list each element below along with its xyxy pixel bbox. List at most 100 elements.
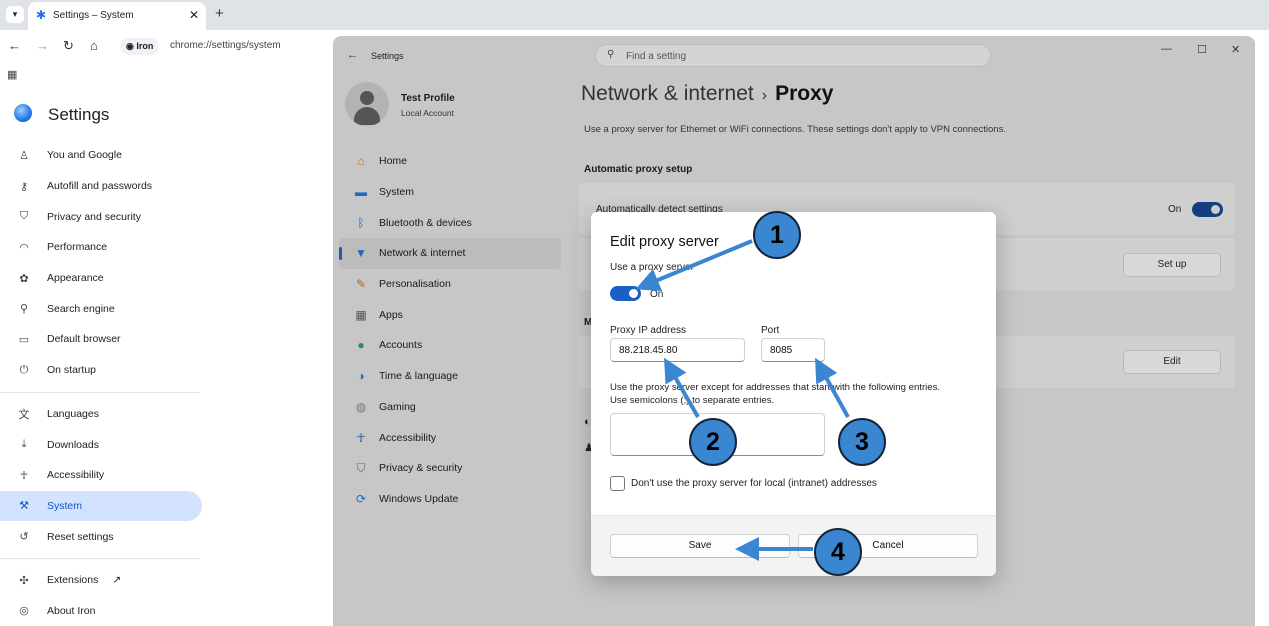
step-badge-3: 3 [838,418,886,466]
use-proxy-toggle[interactable] [610,286,641,301]
sidebar-item-default-browser[interactable]: ▭ Default browser [0,324,202,355]
nav-item-windows-update[interactable]: ⟳ Windows Update [333,484,561,515]
nav-item-accounts[interactable]: ● Accounts [333,330,561,361]
close-icon[interactable]: ✕ [189,8,199,22]
nav-item-bluetooth-devices[interactable]: ᛒ Bluetooth & devices [333,207,561,238]
nav-item-time-language[interactable]: ◑ Time & language [333,361,561,392]
settings-title: Settings [48,105,110,124]
edit-button[interactable]: Edit [1123,350,1221,374]
avatar[interactable] [345,82,389,126]
sidebar-item-search-engine[interactable]: ⚲ Search engine [0,293,202,324]
monitor-icon: ▬ [355,185,367,200]
sidebar-item-about-iron[interactable]: ◎ About Iron [0,596,202,626]
maximize-icon[interactable]: ☐ [1197,43,1207,56]
sidebar-item-reset-settings[interactable]: ↺ Reset settings [0,521,202,552]
sidebar-item-label: You and Google [47,149,122,162]
sidebar-item-appearance[interactable]: ✿ Appearance [0,263,202,294]
local-bypass-checkbox[interactable] [610,476,625,491]
sidebar-item-you-and-google[interactable]: ♙ You and Google [0,140,202,171]
nav-item-label: Apps [379,308,403,321]
window-title: Settings [371,51,404,61]
sidebar-item-label: System [47,499,83,512]
sidebar-item-on-startup[interactable]: ⏻ On startup [0,355,202,386]
apps-icon: ▦ [355,307,367,322]
site-chip[interactable]: ◉ Iron [120,38,160,55]
home-icon[interactable]: ⌂ [90,38,98,53]
tab-settings-system[interactable]: ✱ Settings – System ✕ [28,2,206,30]
sidebar-item-label: Extensions [47,574,99,587]
sidebar-item-label: Appearance [47,272,104,285]
nav-item-label: Home [379,155,408,168]
port-input[interactable]: 8085 [761,338,825,362]
nav-item-label: Time & language [379,370,458,383]
nav-item-apps[interactable]: ▦ Apps [333,299,561,330]
tab-search-icon[interactable]: ▾ [6,6,24,23]
sidebar-item-privacy-and-security[interactable]: ⛉ Privacy and security [0,201,202,232]
sidebar-item-label: About Iron [47,604,96,617]
search-placeholder: Find a setting [626,51,687,62]
set-up-button[interactable]: Set up [1123,253,1221,277]
nav-item-label: Accounts [379,339,423,352]
nav-item-label: Network & internet [379,247,466,260]
reset-icon: ↺ [19,531,29,544]
save-button[interactable]: Save [610,534,790,558]
accessibility-icon: ☥ [19,469,29,482]
sidebar-item-languages[interactable]: 文 Languages [0,399,202,430]
new-tab-icon[interactable]: + [215,5,224,22]
close-window-icon[interactable]: ✕ [1231,43,1240,56]
auto-detect-toggle[interactable] [1192,202,1223,217]
key-icon: ⚷ [19,180,29,193]
apps-grid-icon[interactable]: ▦ [7,68,17,81]
find-setting-search[interactable]: ⚲ Find a setting [595,44,991,67]
sidebar-item-performance[interactable]: ◠ Performance [0,232,202,263]
proxy-ip-input[interactable]: 88.218.45.80 [610,338,745,362]
sidebar-item-accessibility[interactable]: ☥ Accessibility [0,460,202,491]
nav-item-label: Accessibility [379,431,437,444]
nav-divider [0,391,200,393]
minimize-icon[interactable]: — [1161,43,1172,55]
nav-item-personalisation[interactable]: ✎ Personalisation [333,269,561,300]
forward-icon[interactable]: → [36,38,49,53]
windows-settings-nav: ⌂ Home ▬ System ᛒ Bluetooth & devices ▼ Network… [333,146,561,514]
puzzle-icon: ✣ [19,574,29,587]
sidebar-item-autofill-and-passwords[interactable]: ⚷ Autofill and passwords [0,171,202,202]
gear-icon: ✱ [36,8,47,22]
sidebar-item-system[interactable]: ⚒ System [0,490,202,522]
nav-item-accessibility[interactable]: ☥ Accessibility [333,422,561,453]
back-arrow-icon[interactable]: ← [347,49,358,61]
page-description: Use a proxy server for Ethernet or WiFi … [584,124,1006,135]
reload-icon[interactable]: ↻ [63,38,74,54]
sidebar-item-label: Search engine [47,302,115,315]
step-badge-2: 2 [689,418,737,466]
nav-item-label: Bluetooth & devices [379,216,472,229]
nav-item-privacy-security[interactable]: ⛉ Privacy & security [333,453,561,484]
nav-item-system[interactable]: ▬ System [333,177,561,208]
nav-item-network-internet[interactable]: ▼ Network & internet [339,238,561,269]
auto-detect-state: On [1168,204,1182,215]
update-icon: ⟳ [355,491,367,506]
nav-item-home[interactable]: ⌂ Home [333,146,561,177]
use-proxy-state: On [650,289,664,300]
address-bar[interactable]: chrome://settings/system [170,40,281,51]
download-icon: ⤓ [21,438,27,451]
tab-title: Settings – System [53,10,134,21]
edit-proxy-dialog: Edit proxy server Use a proxy server On … [591,212,996,576]
nav-item-label: System [379,186,415,199]
help-icon[interactable]: ◐ [584,416,591,428]
nav-item-gaming[interactable]: ◍ Gaming [333,392,561,423]
back-icon[interactable]: ← [8,38,21,53]
gamepad-icon: ◍ [355,399,367,414]
proxy-ip-label: Proxy IP address [610,325,686,336]
sidebar-item-label: Accessibility [47,469,105,482]
sidebar-item-extensions[interactable]: ✣ Extensions ↗ [0,565,202,596]
exceptions-description: Use the proxy server except for addresse… [610,381,990,407]
wrench-icon: ⚒ [19,500,29,513]
local-bypass-label: Don't use the proxy server for local (in… [631,478,877,489]
nav-item-label: Privacy & security [379,462,463,475]
iron-logo-icon [14,104,32,122]
globe-icon: ◑ [357,369,365,384]
power-icon: ⏻ [19,363,29,376]
accessibility-icon: ☥ [356,430,366,445]
breadcrumb-parent[interactable]: Network & internet [581,82,754,105]
sidebar-item-downloads[interactable]: ⤓ Downloads [0,429,202,460]
